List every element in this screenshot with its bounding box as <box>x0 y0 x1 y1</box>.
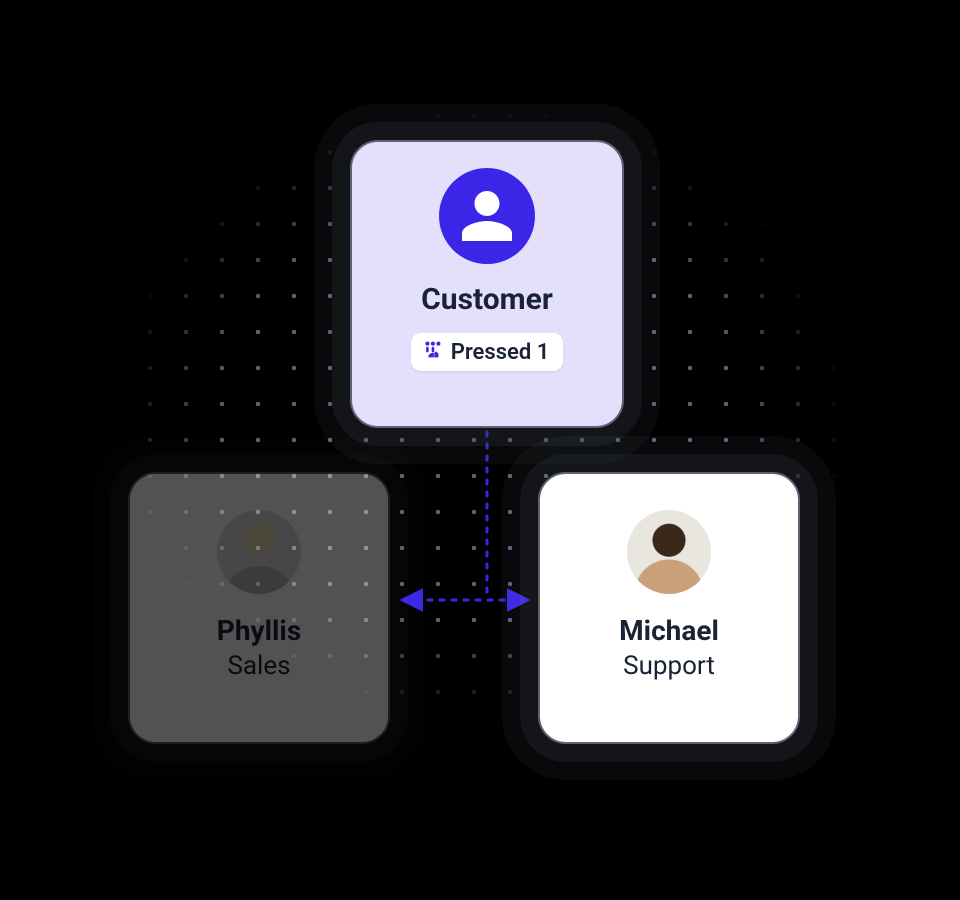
person-icon <box>439 168 535 264</box>
agent-name: Michael <box>619 614 719 647</box>
customer-card[interactable]: Customer Pressed 1 <box>350 140 624 428</box>
badge-label: Pressed 1 <box>451 340 550 365</box>
menu-press-icon <box>421 339 443 365</box>
avatar <box>627 510 711 594</box>
pressed-badge: Pressed 1 <box>411 333 564 371</box>
agent-name: Phyllis <box>217 614 301 647</box>
agent-card-phyllis[interactable]: Phyllis Sales <box>128 472 390 744</box>
customer-title: Customer <box>421 282 553 317</box>
agent-role: Sales <box>227 651 290 681</box>
diagram-canvas: Customer Pressed 1 Phyllis Sales <box>0 0 960 900</box>
agent-role: Support <box>623 651 715 681</box>
avatar <box>217 510 301 594</box>
agent-card-michael[interactable]: Michael Support <box>538 472 800 744</box>
connector-lines <box>0 0 960 900</box>
